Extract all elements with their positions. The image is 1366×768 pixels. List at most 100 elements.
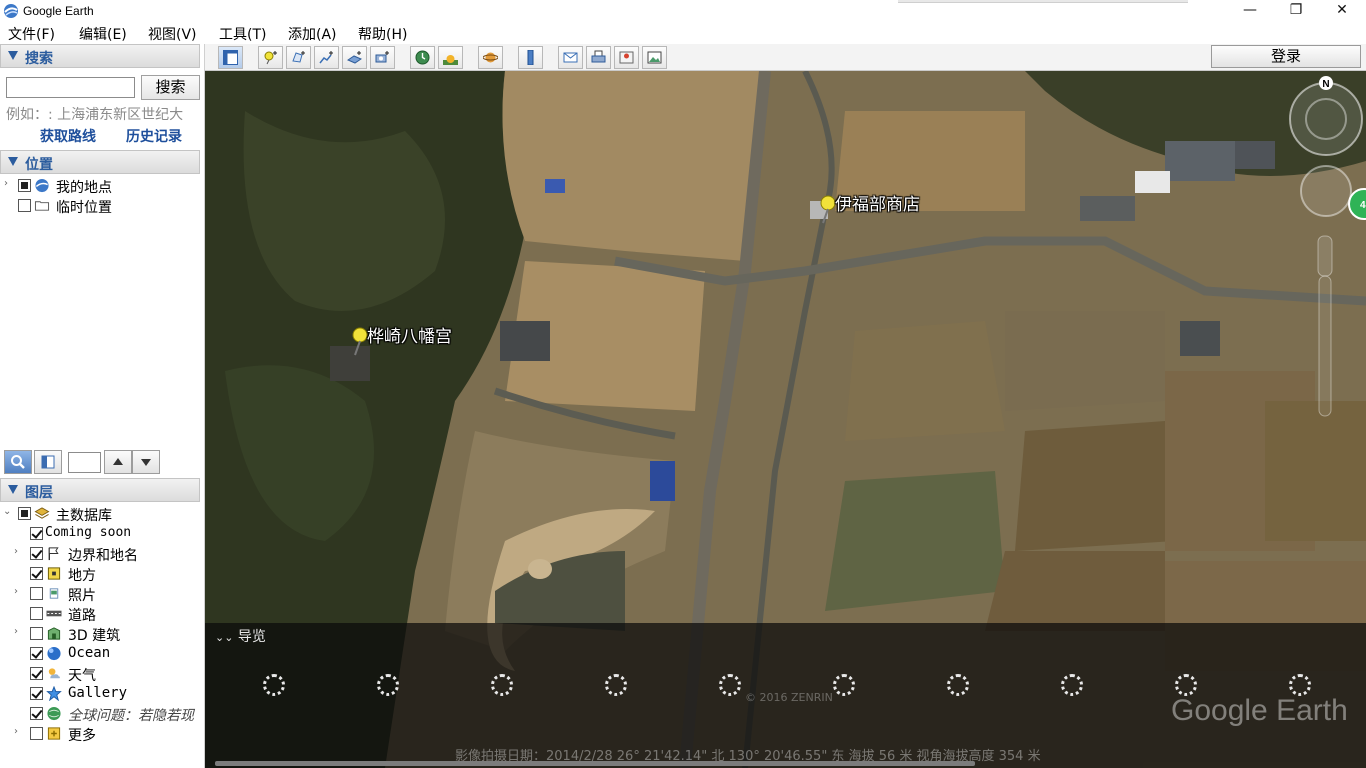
menu-add[interactable]: 添加(A): [288, 24, 337, 44]
google-earth-logo-icon: [4, 4, 18, 18]
checkbox[interactable]: [30, 707, 43, 720]
loading-spinner-icon: [947, 674, 969, 696]
pegman-slot[interactable]: [1317, 235, 1333, 277]
places-section-header[interactable]: 位置: [0, 150, 200, 174]
layers-section-header[interactable]: 图层: [0, 478, 200, 502]
search-button[interactable]: 搜索: [141, 75, 200, 100]
map-view[interactable]: 伊福部商店 桦崎八幡宫 N 48 ⌄⌄ 导览 © 2016 ZENRIN Goo…: [205, 71, 1366, 768]
save-image-button[interactable]: [642, 46, 667, 69]
maximize-button[interactable]: ❐: [1273, 0, 1319, 22]
layer-primary-database[interactable]: ⌄ 主数据库: [0, 504, 200, 524]
search-section-header[interactable]: 搜索: [0, 44, 200, 68]
sidebar-toggle-button[interactable]: [218, 46, 243, 69]
sunlight-button[interactable]: [438, 46, 463, 69]
menu-file[interactable]: 文件(F): [8, 24, 55, 44]
add-placemark-button[interactable]: [258, 46, 283, 69]
layers-icon: [34, 507, 50, 519]
email-button[interactable]: [558, 46, 583, 69]
checkbox[interactable]: [30, 547, 43, 560]
expand-arrow-icon[interactable]: ›: [14, 586, 18, 597]
checkbox[interactable]: [18, 179, 31, 192]
move-down-button[interactable]: [132, 450, 160, 474]
checkbox[interactable]: [30, 527, 43, 540]
layer-label: 主数据库: [56, 508, 112, 524]
menu-tools[interactable]: 工具(T): [219, 24, 266, 44]
placemark-label[interactable]: 桦崎八幡宫: [367, 322, 452, 347]
panel-toggle-button[interactable]: [34, 450, 62, 474]
record-tour-button[interactable]: [370, 46, 395, 69]
gallery-star-icon: [46, 686, 62, 701]
search-section-label: 搜索: [25, 51, 53, 67]
loading-spinner-icon: [833, 674, 855, 696]
checkbox[interactable]: [18, 199, 31, 212]
expand-arrow-icon[interactable]: ›: [14, 546, 18, 557]
tour-panel: ⌄⌄ 导览 © 2016 ZENRIN Google Earth 影像拍摄日期：…: [205, 623, 1366, 768]
expand-arrow-icon[interactable]: ⌄: [3, 506, 11, 517]
minimize-button[interactable]: —: [1227, 0, 1273, 22]
add-path-button[interactable]: [314, 46, 339, 69]
expand-arrow-icon[interactable]: ›: [4, 178, 8, 189]
layer-3d-buildings[interactable]: › 3D 建筑: [0, 624, 200, 644]
loading-spinner-icon: [1289, 674, 1311, 696]
layer-gallery[interactable]: Gallery: [0, 684, 200, 704]
history-link[interactable]: 历史记录: [126, 126, 182, 146]
zoom-slider[interactable]: [1318, 275, 1332, 417]
move-up-button[interactable]: [104, 450, 132, 474]
look-joystick[interactable]: [1289, 82, 1363, 156]
move-joystick[interactable]: [1300, 165, 1352, 217]
search-input[interactable]: [6, 77, 135, 98]
close-button[interactable]: ✕: [1319, 0, 1365, 22]
layer-label: 3D 建筑: [68, 628, 121, 644]
collapse-triangle-icon: [8, 157, 18, 166]
menu-view[interactable]: 视图(V): [148, 24, 197, 44]
historical-imagery-button[interactable]: [410, 46, 435, 69]
expand-arrow-icon[interactable]: ›: [14, 626, 18, 637]
checkbox[interactable]: [30, 587, 43, 600]
tour-scrollbar[interactable]: [215, 761, 975, 766]
view-in-maps-button[interactable]: [614, 46, 639, 69]
sun-icon: [443, 55, 458, 65]
checkbox[interactable]: [30, 667, 43, 680]
panel-icon: [41, 455, 55, 469]
checkbox[interactable]: [18, 507, 31, 520]
login-button[interactable]: 登录: [1211, 45, 1361, 68]
layer-borders-labels[interactable]: › 边界和地名: [0, 544, 200, 564]
layer-coming-soon[interactable]: Coming soon: [0, 524, 200, 544]
tour-header[interactable]: ⌄⌄ 导览: [215, 626, 266, 646]
switch-planet-button[interactable]: [478, 46, 503, 69]
ruler-button[interactable]: [518, 46, 543, 69]
layer-global-awareness[interactable]: 全球问题：若隐若现: [0, 704, 200, 724]
road-icon: [46, 610, 62, 617]
tour-title: 导览: [237, 629, 266, 645]
checkbox[interactable]: [30, 647, 43, 660]
layer-more[interactable]: › 更多: [0, 724, 200, 744]
title-bar: Google Earth — ❐ ✕: [0, 0, 1366, 22]
folder-icon: [34, 201, 50, 211]
layer-photos[interactable]: › 照片: [0, 584, 200, 604]
checkbox[interactable]: [30, 687, 43, 700]
layer-ocean[interactable]: Ocean: [0, 644, 200, 664]
checkbox[interactable]: [30, 627, 43, 640]
search-places-button[interactable]: [4, 450, 32, 474]
places-toolbar: [0, 446, 205, 476]
print-button[interactable]: [586, 46, 611, 69]
checkbox[interactable]: [30, 607, 43, 620]
add-polygon-button[interactable]: [286, 46, 311, 69]
places-filter-input[interactable]: [68, 452, 101, 473]
collapse-triangle-icon: [8, 485, 18, 494]
menu-bar: 文件(F) 编辑(E) 视图(V) 工具(T) 添加(A) 帮助(H): [0, 22, 1366, 44]
tree-item-my-places[interactable]: › 我的地点: [0, 176, 200, 196]
expand-arrow-icon[interactable]: ›: [14, 726, 18, 737]
layer-roads[interactable]: 道路: [0, 604, 200, 624]
loading-spinner-icon: [1175, 674, 1197, 696]
menu-help[interactable]: 帮助(H): [358, 24, 407, 44]
layer-places[interactable]: 地方: [0, 564, 200, 584]
add-image-overlay-button[interactable]: [342, 46, 367, 69]
tree-item-temporary-places[interactable]: 临时位置: [0, 196, 200, 216]
get-directions-link[interactable]: 获取路线: [40, 126, 96, 146]
menu-edit[interactable]: 编辑(E): [79, 24, 127, 44]
checkbox[interactable]: [30, 727, 43, 740]
layer-weather[interactable]: 天气: [0, 664, 200, 684]
checkbox[interactable]: [30, 567, 43, 580]
placemark-label[interactable]: 伊福部商店: [835, 190, 920, 215]
